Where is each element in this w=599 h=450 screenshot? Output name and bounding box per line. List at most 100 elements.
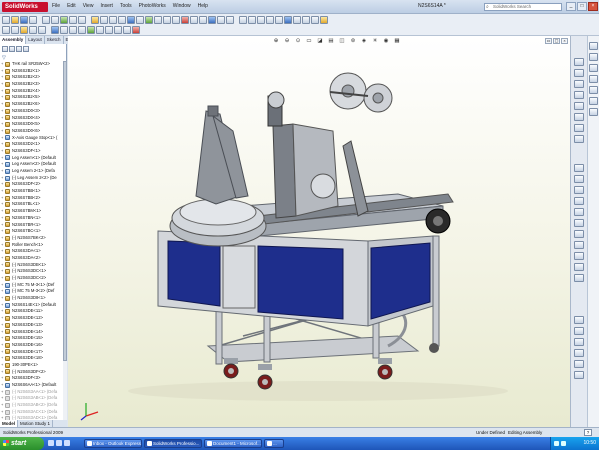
tree-item[interactable]: + (-) MC 75 M-3<1> (Def (1, 282, 64, 289)
sketch-line-icon[interactable] (574, 164, 584, 172)
tree-item[interactable]: + Leg Assem<1> (Default (1, 155, 64, 162)
tree-item[interactable]: + N2S6S3DE<13> (1, 322, 64, 329)
tree-item[interactable]: + N2S6S2B2<4> (1, 88, 64, 95)
insert-component-icon[interactable] (91, 15, 99, 24)
clock[interactable]: 10:50 (583, 437, 596, 450)
media-icon[interactable] (64, 440, 70, 446)
start-button[interactable]: start (0, 437, 44, 450)
tree-item[interactable]: + N2S6S3DE<15> (1, 335, 64, 342)
assembly-features-icon[interactable] (145, 15, 153, 24)
tree-item[interactable]: + (-) N2S6S3AB<1> (Defa (1, 395, 64, 402)
tab-layout[interactable]: Layout (26, 36, 45, 44)
new-part-icon[interactable] (20, 26, 28, 34)
tree-item[interactable]: + N2S6S3DE<14> (1, 329, 64, 336)
instant3d-icon[interactable] (226, 15, 234, 24)
menu-photoworks[interactable]: PhotoWorks (139, 3, 166, 9)
tree-item[interactable]: + Leg Assem 2<1> (Defa (1, 168, 64, 175)
view-palette-icon[interactable] (589, 86, 598, 94)
tab-model[interactable]: Model (0, 420, 18, 427)
tree-item[interactable]: + (-) MC 75 M-3<2> (Def (1, 288, 64, 295)
solidworks-logo[interactable]: SolidWorks (2, 2, 48, 12)
resources-icon[interactable] (589, 42, 598, 50)
explode-line-sketch-icon[interactable] (190, 15, 198, 24)
tree-item[interactable]: + X-Axis Gauge Stop<1> ( (1, 135, 64, 142)
maximize-button[interactable]: □ (577, 2, 587, 11)
single-view-icon[interactable] (574, 113, 584, 121)
measure-icon[interactable] (574, 349, 584, 357)
close-button[interactable]: × (588, 2, 598, 11)
tree-item[interactable]: + N2S6S3D2<1> (1, 141, 64, 148)
menu-help[interactable]: Help (198, 3, 208, 9)
scroll-thumb[interactable] (63, 61, 67, 361)
tree-item[interactable]: + (-) N2S6S7BK<2> (1, 235, 64, 242)
normal-to-icon[interactable] (574, 102, 584, 110)
interference-detection-icon[interactable] (199, 15, 207, 24)
assembly-model[interactable] (68, 36, 570, 427)
menu-view[interactable]: View (83, 3, 94, 9)
tree-item[interactable]: + (-) N2S6S3AB<2> (Defa (1, 402, 64, 409)
new-motion-study-icon[interactable] (163, 15, 171, 24)
menu-insert[interactable]: Insert (100, 3, 113, 9)
zoom-in-out-icon[interactable] (257, 15, 265, 24)
hide-show-icon[interactable] (87, 26, 95, 34)
browser-icon[interactable] (56, 440, 62, 446)
lights-icon[interactable] (320, 15, 328, 24)
move-component-icon[interactable] (127, 15, 135, 24)
tree-item[interactable]: + (-) N2S6S3AC<1> (Defa (1, 409, 64, 416)
isometric-view-icon[interactable] (574, 91, 584, 99)
offset-icon[interactable] (574, 263, 584, 271)
minimize-button[interactable]: _ (566, 2, 576, 11)
tree-item[interactable]: + N2S6S7BL<1> (1, 201, 64, 208)
options-icon[interactable] (78, 15, 86, 24)
rotate-component-icon[interactable] (78, 26, 86, 34)
tree-item[interactable]: + N2S6S7BC<1> (1, 228, 64, 235)
design-library-icon[interactable] (589, 53, 598, 61)
grid-icon[interactable] (574, 338, 584, 346)
dimxpert-icon[interactable] (23, 46, 29, 52)
property-manager-icon[interactable] (9, 46, 15, 52)
edit-component-icon[interactable] (2, 26, 10, 34)
pan-icon[interactable] (275, 15, 283, 24)
tree-item[interactable]: + N2S6S2B2<3> (1, 81, 64, 88)
right-view-icon[interactable] (574, 80, 584, 88)
tree-item[interactable]: + Leg Assem<2> (Default (1, 161, 64, 168)
mirror-icon[interactable] (574, 274, 584, 282)
tree-item[interactable]: + N2S6S3D0<3> (1, 108, 64, 115)
point-icon[interactable] (574, 219, 584, 227)
tree-item[interactable]: + (-) Leg Assem 2<2> (De (1, 175, 64, 182)
appearances-icon[interactable] (589, 97, 598, 105)
tree-item[interactable]: + (-) N2S6S3DF<2> (1, 369, 64, 376)
search-input[interactable]: ⌕ SolidWorks Search (484, 3, 562, 11)
tree-item[interactable]: + N2S6S3DE<16> (1, 342, 64, 349)
tree-item[interactable]: + N2S6S3DA<1> (1, 248, 64, 255)
feature-tree-icon[interactable] (2, 46, 8, 52)
tree-item[interactable]: + N2S6S2B2<1> (1, 68, 64, 75)
help-icon[interactable]: ? (584, 429, 592, 436)
tree-item[interactable]: + (-) N2S6S3DB<1> (1, 262, 64, 269)
graphics-area[interactable]: ⊕ ⊖ ⊙ ▭ ◪ ▤ ◫ ⊚ ◈ ✳ ◉ ▦ ▭ ▢ × (68, 36, 570, 427)
clearance-verification-icon[interactable] (208, 15, 216, 24)
open-folder-icon[interactable] (11, 15, 19, 24)
tree-item[interactable]: + N2S6S3D0<4> (1, 115, 64, 122)
save-icon[interactable] (20, 15, 28, 24)
tree-item[interactable]: + N2S6S7BB<1> (1, 188, 64, 195)
exploded-view-icon[interactable] (181, 15, 189, 24)
trim-icon[interactable] (574, 252, 584, 260)
tree-item[interactable]: + N2S6S3DF<1> (1, 148, 64, 155)
rebuild-icon[interactable] (60, 15, 68, 24)
sketch-icon[interactable] (114, 26, 122, 34)
edit-sketch-icon[interactable] (105, 26, 113, 34)
tree-item[interactable]: + N2S6S3DF<3> (1, 375, 64, 382)
arc-icon[interactable] (574, 197, 584, 205)
show-hidden-icon[interactable] (136, 15, 144, 24)
spline-icon[interactable] (574, 208, 584, 216)
tree-item[interactable]: + N2S6S6AA<1> (Default (1, 382, 64, 389)
select-icon[interactable] (51, 15, 59, 24)
top-view-icon[interactable] (574, 69, 584, 77)
tree-item[interactable]: + N2S6S3DE<18> (1, 355, 64, 362)
tree-item[interactable]: + N2S6S7BM<1> (1, 208, 64, 215)
hole-alignment-icon[interactable] (217, 15, 225, 24)
print-icon[interactable] (29, 15, 37, 24)
smart-fasteners-icon[interactable] (118, 15, 126, 24)
tree-item[interactable]: + N2S6S3D0<6> (1, 128, 64, 135)
